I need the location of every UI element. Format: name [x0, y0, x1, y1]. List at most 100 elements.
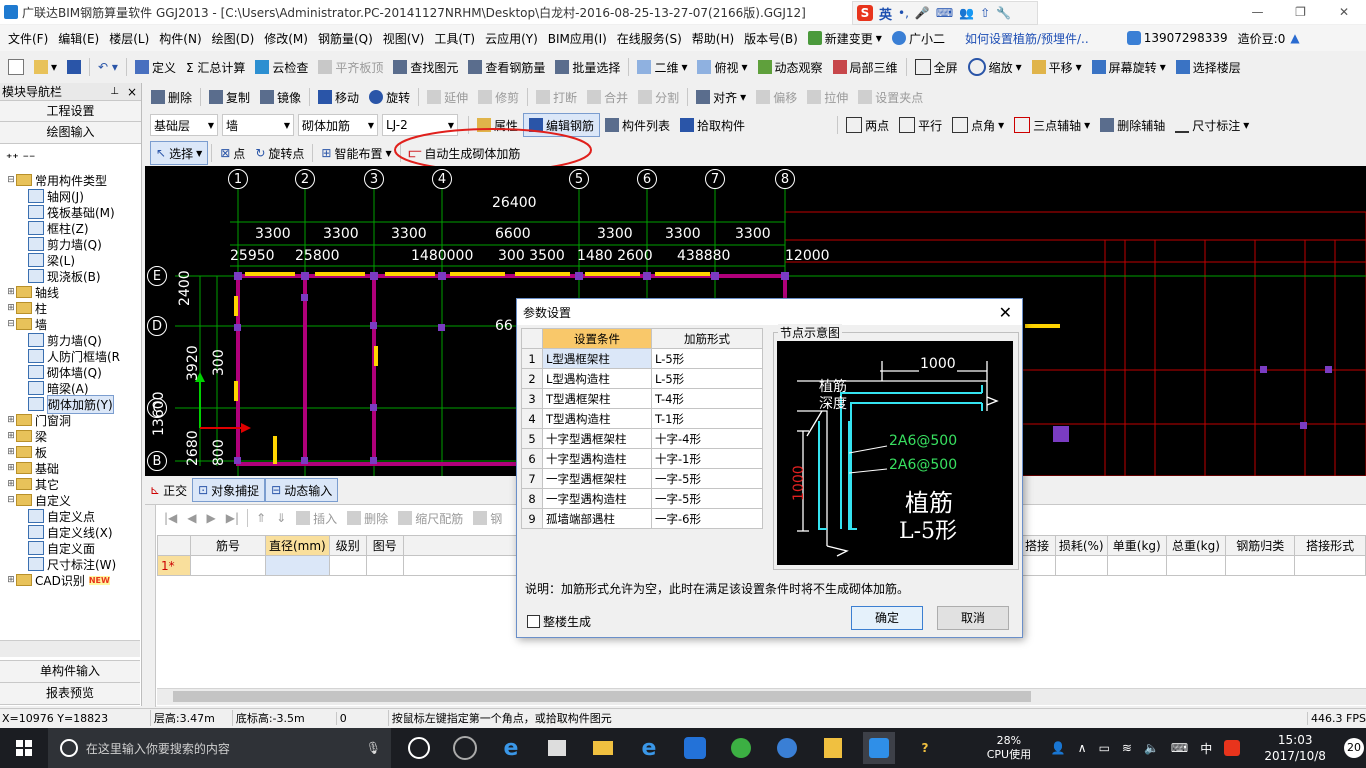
help-app-icon[interactable]: ?	[909, 732, 941, 764]
maximize-button[interactable]: ❐	[1279, 0, 1322, 24]
folder-icon[interactable]	[587, 732, 619, 764]
store-icon[interactable]	[541, 732, 573, 764]
tree-item[interactable]: 尺寸标注(W)	[2, 556, 141, 572]
point-angle-select[interactable]: 点角 ▾	[947, 114, 1009, 136]
table-hscroll[interactable]	[157, 688, 1366, 705]
sogou-icon[interactable]	[1224, 740, 1241, 756]
settings-row[interactable]: 5 十字型遇框架柱 十字-4形	[521, 428, 763, 449]
glodon-icon[interactable]	[679, 732, 711, 764]
next-record-icon[interactable]: ▶	[202, 507, 221, 529]
grip-point-button[interactable]: 设置夹点	[853, 86, 928, 108]
tree-folder[interactable]: ⊞ 柱	[2, 300, 141, 316]
menu-bim[interactable]: BIM应用(I)	[543, 30, 612, 47]
pan-select[interactable]: 平移 ▾	[1027, 56, 1087, 78]
mirror-button[interactable]: 镜像	[255, 86, 306, 108]
component-list-button[interactable]: 构件列表	[600, 114, 675, 136]
tree-item[interactable]: 砌体墙(Q)	[2, 364, 141, 380]
batch-select-button[interactable]: 批量选择	[550, 56, 625, 78]
dialog-close-icon[interactable]: ✕	[999, 303, 1012, 322]
tree-item[interactable]: 自定义面	[2, 540, 141, 556]
settings-row[interactable]: 2 L型遇构造柱 L-5形	[521, 368, 763, 389]
cell-rebar-form[interactable]: L-5形	[651, 368, 763, 389]
settings-row[interactable]: 1 L型遇框架柱 L-5形	[521, 348, 763, 369]
col-unit-weight[interactable]: 单重(kg)	[1106, 535, 1167, 556]
zoom-select[interactable]: 缩放 ▾	[963, 56, 1027, 78]
copy-button[interactable]: 复制	[204, 86, 255, 108]
undo-icon[interactable]: ↶ ▾	[93, 56, 123, 78]
ime-punct-icon[interactable]: •,	[898, 6, 909, 20]
ortho-toggle[interactable]: ⊾ 正交	[145, 479, 192, 501]
ie-icon[interactable]: e	[633, 732, 665, 764]
new-file-icon[interactable]	[3, 56, 29, 78]
menu-edit[interactable]: 编辑(E)	[53, 30, 104, 47]
volume-icon[interactable]: 🔈	[1144, 741, 1159, 755]
object-snap-toggle[interactable]: ⊡ 对象捕捉	[192, 478, 266, 502]
cell-rebar-no[interactable]	[190, 555, 266, 576]
tree-item[interactable]: 自定义线(X)	[2, 524, 141, 540]
tree-folder[interactable]: ⊞ 板	[2, 444, 141, 460]
tree-item[interactable]: 剪力墙(Q)	[2, 332, 141, 348]
col-loss[interactable]: 损耗(%)	[1054, 535, 1108, 556]
tree-folder[interactable]: ⊞ 门窗洞	[2, 412, 141, 428]
tree-folder[interactable]: ⊞ 其它	[2, 476, 141, 492]
move-up-icon[interactable]: ⇑	[251, 507, 271, 529]
whole-building-checkbox[interactable]: 整楼生成	[527, 613, 591, 630]
new-change-button[interactable]: 新建变更 ▼	[803, 27, 887, 49]
menu-view[interactable]: 视图(V)	[378, 30, 430, 47]
prev-record-icon[interactable]: ◀	[182, 507, 201, 529]
cell-grade[interactable]	[328, 555, 367, 576]
break-button[interactable]: 打断	[531, 86, 582, 108]
col-grade[interactable]: 级别	[328, 535, 367, 556]
menu-cloud[interactable]: 云应用(Y)	[480, 30, 543, 47]
tree-item[interactable]: 现浇板(B)	[2, 268, 141, 284]
help-link[interactable]: 如何设置植筋/预埋件/..	[960, 30, 1094, 47]
parallel-axis-button[interactable]: 平行	[894, 114, 947, 136]
notes-app-icon[interactable]	[817, 732, 849, 764]
beans-balance[interactable]: 造价豆:0	[1233, 30, 1291, 47]
insert-button[interactable]: 插入	[291, 507, 342, 529]
tree-folder[interactable]: ⊟ 墙	[2, 316, 141, 332]
category-select[interactable]: 砌体加筋 ▼	[298, 114, 378, 136]
clock[interactable]: 15:03 2017/10/8	[1260, 732, 1330, 764]
tree-folder[interactable]: ⊞ CAD识别 NEW	[2, 572, 141, 588]
cell-rebar-form[interactable]: L-5形	[651, 348, 763, 369]
extend-button[interactable]: 延伸	[422, 86, 473, 108]
last-record-icon[interactable]: ▶|	[221, 507, 244, 529]
align-select[interactable]: 对齐 ▾	[691, 86, 751, 108]
expand-icon[interactable]: ⊞	[6, 479, 16, 489]
rotate-button[interactable]: 旋转	[364, 86, 415, 108]
tree-item[interactable]: 框柱(Z)	[2, 220, 141, 236]
smart-layout-select[interactable]: ⊞ 智能布置 ▼	[316, 142, 396, 164]
ime-language[interactable]: 英	[879, 4, 892, 23]
offset-button[interactable]: 偏移	[751, 86, 802, 108]
col-rebar-no[interactable]: 筋号	[190, 535, 266, 556]
settings-row[interactable]: 6 十字型遇构造柱 十字-1形	[521, 448, 763, 469]
merge-button[interactable]: 合并	[582, 86, 633, 108]
tree-item[interactable]: 筏板基础(M)	[2, 204, 141, 220]
tree-item[interactable]: 剪力墙(Q)	[2, 236, 141, 252]
microphone-icon[interactable]: 🎙	[366, 741, 381, 755]
settings-row[interactable]: 7 一字型遇框架柱 一字-5形	[521, 468, 763, 489]
browser-360-icon[interactable]	[449, 732, 481, 764]
swirl-app-icon[interactable]	[771, 732, 803, 764]
expand-icon[interactable]: ⊞	[6, 463, 16, 473]
cpu-meter[interactable]: 28% CPU使用	[979, 734, 1039, 762]
split-button[interactable]: 分割	[633, 86, 684, 108]
floor-select[interactable]: 基础层 ▼	[150, 114, 218, 136]
menu-file[interactable]: 文件(F)	[3, 30, 53, 47]
people-icon[interactable]: 👤	[1051, 741, 1066, 755]
keyboard-icon[interactable]: ⌨	[1171, 741, 1188, 755]
menu-version[interactable]: 版本号(B)	[739, 30, 803, 47]
col-total-weight[interactable]: 总重(kg)	[1165, 535, 1227, 556]
delete-row-button[interactable]: 删除	[342, 507, 393, 529]
expand-icon[interactable]: ⊞	[6, 575, 16, 585]
cloud-check-button[interactable]: 云检查	[250, 56, 313, 78]
select-floor-button[interactable]: 选择楼层	[1171, 56, 1246, 78]
move-down-icon[interactable]: ⇓	[271, 507, 291, 529]
menu-component[interactable]: 构件(N)	[154, 30, 206, 47]
rebar-more-button[interactable]: 钢	[468, 507, 507, 529]
collapse-all-icon[interactable]: ⁻⁻	[23, 151, 36, 165]
table-row[interactable]	[1021, 555, 1366, 576]
tab-project-settings[interactable]: 工程设置	[0, 101, 141, 122]
keyboard-icon[interactable]: ⌨	[936, 6, 953, 20]
